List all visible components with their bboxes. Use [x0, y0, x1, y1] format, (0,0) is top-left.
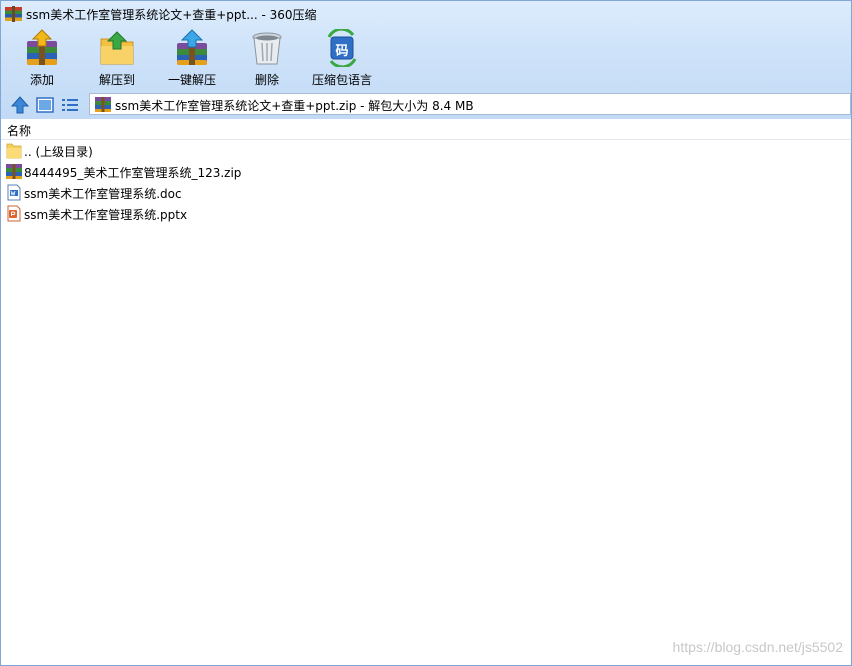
- up-arrow-icon[interactable]: [10, 95, 30, 115]
- file-name: ssm美术工作室管理系统.doc: [24, 187, 182, 201]
- extract-to-label: 解压到: [98, 73, 135, 87]
- title-bar: ssm美术工作室管理系统论文+查重+ppt... - 360压缩: [1, 1, 851, 27]
- one-click-extract-icon: [177, 29, 207, 65]
- archive-language-button[interactable]: 码 压缩包语言: [309, 29, 375, 89]
- file-name: .. (上级目录): [24, 145, 93, 159]
- zip-archive-icon: [95, 97, 111, 112]
- add-archive-icon: [27, 29, 57, 65]
- toolbar: 添加 解压到 一键解压 删除 码 压缩包语言: [1, 29, 851, 89]
- column-header-row: 名称: [1, 119, 851, 140]
- watermark: https://blog.csdn.net/js5502: [672, 639, 843, 655]
- app-window: ssm美术工作室管理系统论文+查重+ppt... - 360压缩 添加 解压到 …: [0, 0, 852, 666]
- address-bar[interactable]: ssm美术工作室管理系统论文+查重+ppt.zip - 解包大小为 8.4 MB: [89, 93, 851, 115]
- delete-button[interactable]: 删除: [244, 29, 290, 89]
- list-item[interactable]: 8444495_美术工作室管理系统_123.zip: [1, 161, 851, 182]
- one-click-extract-button[interactable]: 一键解压: [163, 29, 221, 89]
- list-view-icon[interactable]: [60, 95, 80, 115]
- powerpoint-file-icon: [7, 205, 21, 222]
- window-title: ssm美术工作室管理系统论文+查重+ppt... - 360压缩: [26, 8, 317, 22]
- trash-bin-icon: [252, 32, 282, 65]
- large-icon-view-icon[interactable]: [35, 95, 55, 115]
- extract-folder-icon: [100, 31, 134, 65]
- address-row: ssm美术工作室管理系统论文+查重+ppt.zip - 解包大小为 8.4 MB: [1, 92, 851, 118]
- app-logo-icon: [5, 6, 22, 22]
- file-list: .. (上级目录) 8444495_美术工作室管理系统_123.zip ssm美…: [1, 140, 851, 224]
- one-click-extract-label: 一键解压: [167, 73, 216, 87]
- file-name: 8444495_美术工作室管理系统_123.zip: [24, 166, 242, 180]
- delete-label: 删除: [254, 73, 279, 87]
- language-badge: 码: [335, 44, 349, 59]
- word-document-icon: [7, 184, 21, 201]
- name-column-header[interactable]: 名称: [7, 122, 31, 139]
- list-item[interactable]: ssm美术工作室管理系统.pptx: [1, 203, 851, 224]
- top-chrome: ssm美术工作室管理系统论文+查重+ppt... - 360压缩 添加 解压到 …: [1, 1, 851, 119]
- zip-archive-icon: [6, 164, 22, 179]
- extract-to-button[interactable]: 解压到: [92, 29, 142, 89]
- folder-icon: [6, 143, 22, 159]
- archive-language-label: 压缩包语言: [311, 73, 372, 87]
- add-label: 添加: [29, 73, 54, 87]
- list-item[interactable]: .. (上级目录): [1, 140, 851, 161]
- add-button[interactable]: 添加: [17, 29, 67, 89]
- address-path: ssm美术工作室管理系统论文+查重+ppt.zip - 解包大小为 8.4 MB: [115, 99, 474, 113]
- list-item[interactable]: ssm美术工作室管理系统.doc: [1, 182, 851, 203]
- file-name: ssm美术工作室管理系统.pptx: [24, 208, 188, 222]
- archive-language-icon: 码: [323, 29, 361, 67]
